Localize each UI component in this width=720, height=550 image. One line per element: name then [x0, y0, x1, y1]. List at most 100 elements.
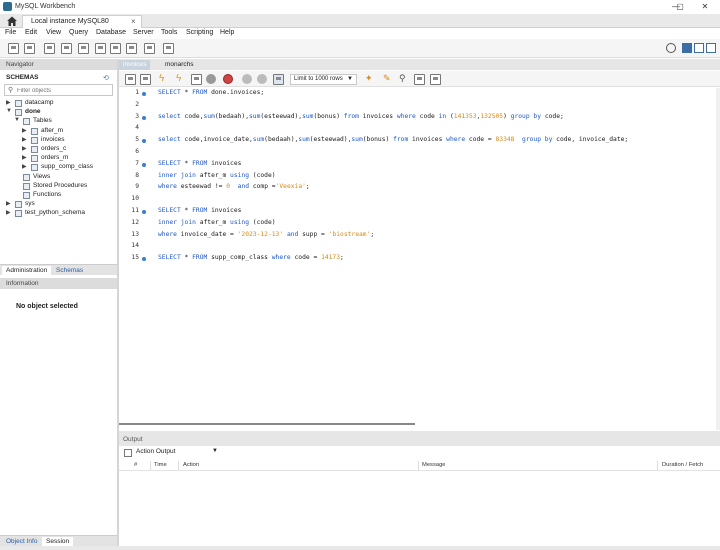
menu-database[interactable]: Database: [96, 29, 126, 36]
statement-marker-icon[interactable]: [142, 139, 146, 144]
close-button[interactable]: ✕: [694, 1, 716, 13]
schemas-header: SCHEMAS ⟲: [0, 71, 117, 83]
beautify-icon[interactable]: ✦: [365, 73, 373, 84]
create-procedure-icon[interactable]: [110, 43, 121, 54]
toggle-sidebar-icon[interactable]: [682, 43, 692, 53]
invisible-chars-icon[interactable]: [414, 74, 425, 85]
home-icon[interactable]: [6, 15, 18, 27]
statement-marker-icon[interactable]: [142, 257, 146, 262]
word-wrap-icon[interactable]: [430, 74, 441, 85]
database-icon: [15, 201, 22, 209]
output-type-select[interactable]: Action Output ▼: [136, 448, 220, 458]
chevron-right-icon[interactable]: ▶: [6, 209, 11, 216]
vertical-scrollbar[interactable]: [716, 88, 720, 430]
maximize-button[interactable]: ▢: [669, 1, 691, 13]
column-divider: [657, 461, 658, 470]
create-table-icon[interactable]: [78, 43, 89, 54]
menu-view[interactable]: View: [46, 29, 61, 36]
chevron-right-icon[interactable]: ▶: [6, 99, 11, 106]
limit-rows-select[interactable]: Limit to 1000 rows ▼: [290, 74, 357, 85]
menu-help[interactable]: Help: [220, 29, 234, 36]
table-icon: [31, 127, 38, 135]
menu-query[interactable]: Query: [69, 29, 88, 36]
column-time[interactable]: Time: [154, 462, 167, 468]
tab-administration[interactable]: Administration: [2, 266, 52, 276]
code-text: SELECT * FROM invoices: [158, 207, 242, 214]
information-header: Information: [0, 278, 117, 289]
code-text: SELECT * FROM supp_comp_class where code…: [158, 254, 344, 262]
horizontal-scrollbar[interactable]: [119, 423, 415, 425]
reconnect-icon[interactable]: [163, 43, 174, 54]
menu-tools[interactable]: Tools: [161, 29, 177, 36]
tab-invoices[interactable]: invoices: [119, 60, 151, 70]
database-icon: [15, 109, 22, 117]
column-divider: [418, 461, 419, 470]
table-icon: [31, 155, 38, 163]
stop-icon[interactable]: [206, 74, 216, 84]
column-message[interactable]: Message: [422, 462, 446, 468]
menu-file[interactable]: File: [5, 29, 16, 36]
save-icon[interactable]: [140, 74, 151, 85]
connection-tab[interactable]: Local instance MySQL80 ×: [22, 15, 142, 28]
open-file-icon[interactable]: [125, 74, 136, 85]
create-view-icon[interactable]: [95, 43, 106, 54]
output-icon: [124, 449, 132, 457]
menu-bar: File Edit View Query Database Server Too…: [0, 28, 720, 39]
rollback-icon[interactable]: [257, 74, 267, 84]
toggle-error-icon[interactable]: [223, 74, 233, 84]
autocommit-icon[interactable]: [273, 74, 284, 85]
output-title: Output: [123, 436, 143, 443]
chevron-right-icon[interactable]: ▶: [22, 163, 27, 170]
column-divider: [150, 461, 151, 470]
toggle-output-icon[interactable]: [694, 43, 704, 53]
menu-edit[interactable]: Edit: [25, 29, 37, 36]
toggle-secondary-sidebar-icon[interactable]: [706, 43, 716, 53]
tree-item-label: done: [25, 108, 41, 116]
gear-icon[interactable]: [666, 43, 676, 53]
sql-editor[interactable]: 1 SELECT * FROM done.invoices; 2 3 select co…: [119, 88, 720, 430]
chevron-right-icon[interactable]: ▶: [22, 127, 27, 134]
chevron-right-icon[interactable]: ▶: [22, 136, 27, 143]
chevron-right-icon[interactable]: ▶: [22, 145, 27, 152]
new-sql-tab-icon[interactable]: [8, 43, 19, 54]
main-toolbar: [0, 39, 720, 58]
chevron-down-icon[interactable]: ▼: [6, 108, 12, 114]
filter-objects-input[interactable]: [17, 86, 109, 95]
column-duration[interactable]: Duration / Fetch: [662, 462, 703, 468]
refresh-icon[interactable]: ⟲: [103, 74, 109, 82]
explain-icon[interactable]: [191, 74, 202, 85]
close-icon[interactable]: ×: [131, 17, 136, 26]
line-number: 1: [135, 89, 139, 96]
create-schema-icon[interactable]: [61, 43, 72, 54]
execute-icon[interactable]: ϟ: [159, 74, 169, 84]
statement-marker-icon[interactable]: [142, 115, 146, 120]
menu-server[interactable]: Server: [133, 29, 154, 36]
tree-item-label: datacamp: [25, 99, 54, 106]
statement-marker-icon[interactable]: [142, 92, 146, 96]
no-object-selected-text: No object selected: [16, 303, 78, 310]
tab-schemas[interactable]: Schemas: [52, 266, 87, 276]
menu-scripting[interactable]: Scripting: [186, 29, 213, 36]
wrench-icon[interactable]: ✎: [383, 73, 391, 84]
tree-item-label: orders_m: [41, 154, 69, 162]
column-action[interactable]: Action: [183, 462, 199, 468]
commit-icon[interactable]: [242, 74, 252, 84]
statement-marker-icon[interactable]: [142, 210, 146, 214]
create-function-icon[interactable]: [126, 43, 137, 54]
search-table-data-icon[interactable]: [144, 43, 155, 54]
filter-objects-field[interactable]: ⚲: [4, 84, 113, 96]
navigator-title: Navigator: [6, 61, 34, 68]
statement-marker-icon[interactable]: [142, 162, 146, 167]
output-toolbar: Action Output ▼: [119, 447, 720, 459]
chevron-right-icon[interactable]: ▶: [6, 200, 11, 207]
title-bar: MySQL Workbench — ▢ ✕: [0, 0, 720, 14]
chevron-down-icon[interactable]: ▼: [14, 117, 20, 123]
tab-monarchs[interactable]: monarchs: [161, 60, 198, 70]
open-sql-script-icon[interactable]: [24, 43, 35, 54]
find-icon[interactable]: ⚲: [399, 73, 406, 84]
code-text: where esteewad != 0 and comp ='Veexia';: [158, 183, 310, 191]
column-number[interactable]: #: [134, 462, 137, 468]
inspector-icon[interactable]: [44, 43, 55, 54]
chevron-right-icon[interactable]: ▶: [22, 154, 27, 161]
execute-current-icon[interactable]: ϟ: [176, 74, 186, 84]
